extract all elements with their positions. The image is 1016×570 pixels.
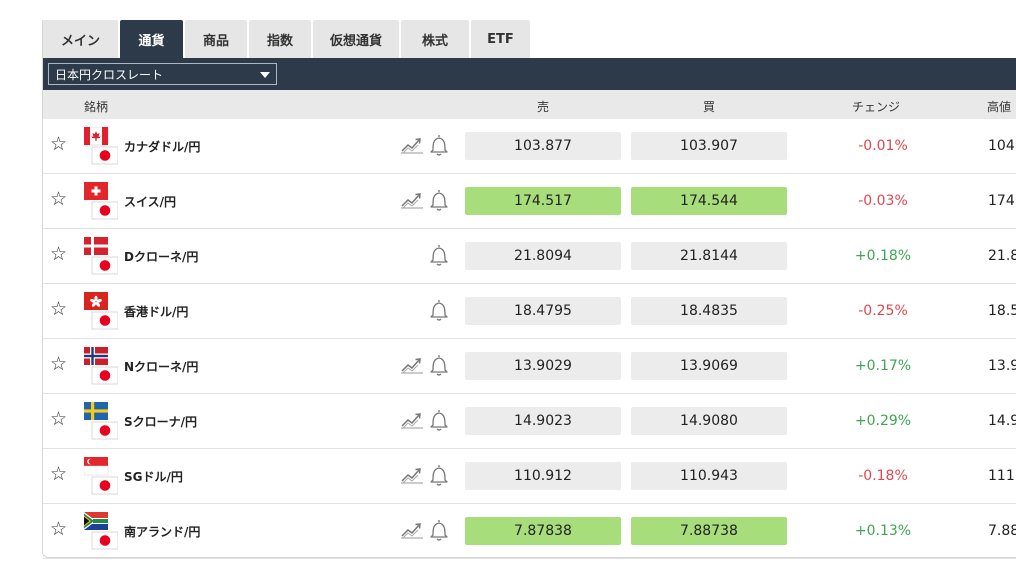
sweden-flag-icon xyxy=(84,402,118,440)
canada-flag-icon xyxy=(84,127,118,165)
instrument-name[interactable]: Dクローネ/円 xyxy=(124,248,198,265)
sell-price[interactable]: 18.4795 xyxy=(465,297,621,325)
instrument-name[interactable]: スイス/円 xyxy=(124,193,176,210)
hongkong-flag-icon xyxy=(84,292,118,330)
sell-price[interactable]: 174.517 xyxy=(465,187,621,215)
sell-price[interactable]: 21.8094 xyxy=(465,242,621,270)
change-percent: -0.03% xyxy=(858,193,908,209)
instrument-name[interactable]: 香港ドル/円 xyxy=(124,303,188,320)
instrument-name[interactable]: 南アランド/円 xyxy=(124,523,200,540)
table-row[interactable]: ☆ カナダドル/円 103.877 103.907 -0.01% 104.0 xyxy=(43,119,1016,174)
star-outline-icon[interactable]: ☆ xyxy=(50,244,67,264)
bell-icon[interactable] xyxy=(429,188,449,212)
sell-price[interactable]: 103.877 xyxy=(465,132,621,160)
sell-price[interactable]: 110.912 xyxy=(465,462,621,490)
high-price: 174.8 xyxy=(988,193,1016,209)
cross-rate-select-value: 日本円クロスレート xyxy=(55,67,164,82)
tab-stocks[interactable]: 株式 xyxy=(401,20,469,58)
trend-chart-icon[interactable] xyxy=(400,410,424,430)
instrument-name[interactable]: Sクローナ/円 xyxy=(124,413,197,430)
switzerland-flag-icon xyxy=(84,182,118,220)
star-outline-icon[interactable]: ☆ xyxy=(50,464,67,484)
high-price: 18.53 xyxy=(988,303,1016,319)
tab-indices[interactable]: 指数 xyxy=(249,20,311,58)
filter-toolbar: 日本円クロスレート xyxy=(43,58,1016,90)
star-outline-icon[interactable]: ☆ xyxy=(50,354,67,374)
change-percent: +0.17% xyxy=(854,358,912,374)
trend-chart-icon[interactable] xyxy=(400,520,424,540)
star-outline-icon[interactable]: ☆ xyxy=(50,409,67,429)
column-header-buy: 買 xyxy=(703,100,716,114)
star-outline-icon[interactable]: ☆ xyxy=(50,134,67,154)
high-price: 111.1 xyxy=(988,468,1016,484)
buy-price[interactable]: 18.4835 xyxy=(631,297,787,325)
column-header-high: 高値 xyxy=(987,100,1012,114)
table-row[interactable]: ☆ 南アランド/円 7.87838 7.88738 +0.13% 7.889 xyxy=(43,504,1016,559)
trend-chart-icon[interactable] xyxy=(400,465,424,485)
instrument-name[interactable]: Nクローネ/円 xyxy=(124,358,198,375)
instrument-name[interactable]: カナダドル/円 xyxy=(124,138,200,155)
column-header-name: 銘柄 xyxy=(84,100,109,114)
sell-price[interactable]: 14.9023 xyxy=(465,407,621,435)
high-price: 7.889 xyxy=(988,523,1016,539)
buy-price[interactable]: 14.9080 xyxy=(631,407,787,435)
buy-price[interactable]: 21.8144 xyxy=(631,242,787,270)
cross-rate-select[interactable]: 日本円クロスレート xyxy=(48,63,277,85)
bell-icon[interactable] xyxy=(429,408,449,432)
change-percent: +0.13% xyxy=(854,523,912,539)
table-row[interactable]: ☆ Nクローネ/円 13.9029 13.9069 +0.17% 13.93 xyxy=(43,339,1016,394)
sell-price[interactable]: 13.9029 xyxy=(465,352,621,380)
southafrica-flag-icon xyxy=(84,512,118,550)
tab-currency[interactable]: 通貨 xyxy=(120,20,183,58)
change-percent: -0.01% xyxy=(858,138,908,154)
table-row[interactable]: ☆ 香港ドル/円 18.4795 18.4835 -0.25% 18.53 xyxy=(43,284,1016,339)
buy-price[interactable]: 110.943 xyxy=(631,462,787,490)
bell-icon[interactable] xyxy=(429,298,449,322)
change-percent: +0.18% xyxy=(854,248,912,264)
star-outline-icon[interactable]: ☆ xyxy=(50,189,67,209)
buy-price[interactable]: 13.9069 xyxy=(631,352,787,380)
chevron-down-icon xyxy=(260,72,270,78)
high-price: 13.93 xyxy=(988,358,1016,374)
star-outline-icon[interactable]: ☆ xyxy=(50,299,67,319)
column-header-sell: 売 xyxy=(537,100,550,114)
table-row[interactable]: ☆ Dクローネ/円 21.8094 21.8144 +0.18% 21.85 xyxy=(43,229,1016,284)
high-price: 14.93 xyxy=(988,413,1016,429)
trend-chart-icon[interactable] xyxy=(400,355,424,375)
star-outline-icon[interactable]: ☆ xyxy=(50,519,67,539)
bell-icon[interactable] xyxy=(429,463,449,487)
tab-etf[interactable]: ETF xyxy=(471,20,530,58)
sell-price[interactable]: 7.87838 xyxy=(465,517,621,545)
tab-commodities[interactable]: 商品 xyxy=(185,20,247,58)
instrument-name[interactable]: SGドル/円 xyxy=(124,468,183,485)
bell-icon[interactable] xyxy=(429,243,449,267)
bell-icon[interactable] xyxy=(429,353,449,377)
buy-price[interactable]: 174.544 xyxy=(631,187,787,215)
denmark-flag-icon xyxy=(84,237,118,275)
buy-price[interactable]: 103.907 xyxy=(631,132,787,160)
table-header: 銘柄 売 買 チェンジ 高値 xyxy=(43,90,1016,119)
trend-chart-icon[interactable] xyxy=(400,190,424,210)
table-row[interactable]: ☆ Sクローナ/円 14.9023 14.9080 +0.29% 14.93 xyxy=(43,394,1016,449)
trend-chart-icon[interactable] xyxy=(400,135,424,155)
tab-crypto[interactable]: 仮想通貨 xyxy=(313,20,399,58)
table-row[interactable]: ☆ SGドル/円 110.912 110.943 -0.18% 111.1 xyxy=(43,449,1016,504)
quotes-widget: メイン 通貨 商品 指数 仮想通貨 株式 ETF 日本円クロスレート 銘柄 売 … xyxy=(42,20,1016,559)
buy-price[interactable]: 7.88738 xyxy=(631,517,787,545)
high-price: 104.0 xyxy=(988,138,1016,154)
change-percent: +0.29% xyxy=(854,413,912,429)
tab-main[interactable]: メイン xyxy=(43,20,118,58)
bell-icon[interactable] xyxy=(429,518,449,542)
norway-flag-icon xyxy=(84,347,118,385)
singapore-flag-icon xyxy=(84,457,118,495)
change-percent: -0.25% xyxy=(858,303,908,319)
change-percent: -0.18% xyxy=(858,468,908,484)
bell-icon[interactable] xyxy=(429,133,449,157)
table-row[interactable]: ☆ スイス/円 174.517 174.544 -0.03% 174.8 xyxy=(43,174,1016,229)
high-price: 21.85 xyxy=(988,248,1016,264)
column-header-change: チェンジ xyxy=(852,100,901,114)
